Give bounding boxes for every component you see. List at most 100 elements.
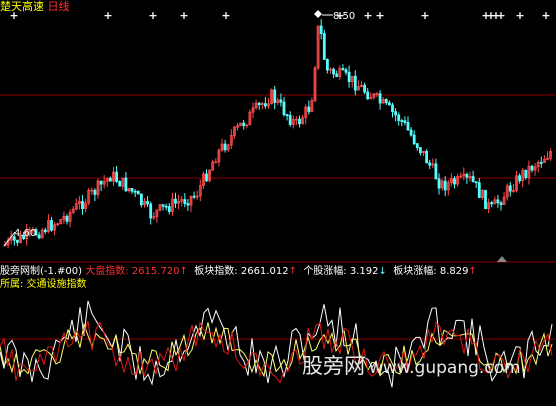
sector-index-arrow: ↑ [288,266,297,277]
candle-body [344,69,348,73]
candle-body [174,198,177,204]
chart-grid [0,94,556,340]
candle-body [397,114,401,121]
candle-body [161,204,165,207]
plus-marker: + [541,9,550,22]
plus-marker: + [148,9,157,22]
candle-body [443,180,447,191]
sector-change-label: 板块涨幅: [393,266,437,277]
candle-body [133,190,137,193]
candle-body [477,182,481,199]
indicator-readout: 股旁网制(-1.#00) 大盘指数: 2615.720↑, 板块指数: 2661… [0,266,477,277]
candle-body [50,220,53,231]
sector-index-label: 板块指数: [194,266,238,277]
candle-body [149,203,153,219]
candle-body [384,99,388,104]
period-label[interactable]: 日线 [48,0,70,13]
stock-change-label: 个股涨幅: [303,266,347,277]
candle-body [288,115,292,125]
stock-change-arrow: ↓ [378,266,387,277]
sector-change-arrow: ↑ [468,266,477,277]
candle-body [428,162,432,166]
candle-body [115,171,118,182]
candle-body [279,99,283,103]
candle-body [273,89,277,103]
candle-body [363,84,367,93]
candle-body [282,101,286,116]
stock-change-value: 3.192 [349,266,379,277]
candle-body [378,93,382,104]
candle-body [508,185,512,192]
candle-body [530,165,534,171]
candle-body [124,177,128,192]
candle-body [139,193,143,206]
candle-body [400,120,404,122]
stock-name: 楚天高速 [0,0,44,13]
candle-body [130,188,134,192]
candle-body [353,75,357,91]
candle-body [465,173,469,178]
watermark-url: www.gupang.com [369,358,521,378]
candle-body [81,201,84,210]
candle-body [418,147,422,154]
indicator-name[interactable]: 股旁网制 [0,266,40,277]
candle-body [335,73,339,77]
watermark-text: 股旁网 [302,354,365,378]
candle-body [223,143,227,151]
signal-markers: + + + + + + + + + ++++ + + [9,9,551,262]
candle-body [403,120,407,123]
plus-marker: + [420,9,429,22]
candle-body [263,103,267,107]
candle-body [490,202,494,205]
candle-body [298,118,301,125]
plus-marker: + [221,9,230,22]
candle-body [99,180,103,185]
stock-chart[interactable]: + + + + + + + + + ++++ + + 8.50 4.60 [0,0,556,406]
candle-body [412,134,416,145]
plus-marker: + [496,9,505,22]
triangle-marker [497,256,507,262]
candle-body [325,59,329,71]
candle-body [183,199,187,204]
candle-body [347,71,351,83]
candle-body [484,189,487,210]
candle-body [307,106,311,112]
candlestick-series [3,19,552,249]
candle-body [93,189,97,195]
candle-body [366,91,370,100]
candle-body [146,201,150,205]
candle-body [539,162,543,164]
market-index-label: 大盘指数: [85,266,129,277]
diamond-marker [314,10,322,18]
candle-body [167,206,171,212]
high-price-label: 8.50 [333,11,355,22]
candle-body [164,205,168,208]
candle-body [474,181,478,184]
candle-body [394,111,398,116]
market-index-value: 2615.720 [131,266,180,277]
candle-body [332,68,336,75]
candle-body [109,177,112,182]
candle-body [453,178,456,185]
plus-marker: + [179,9,188,22]
sector-index-value: 2661.012 [240,266,289,277]
plus-marker: + [363,9,372,22]
candle-body [415,143,419,149]
candle-body [425,150,429,164]
plus-marker: + [375,9,384,22]
candle-body [186,203,190,206]
sector-text: 所属: 交通设施指数 [0,279,87,290]
low-price-label: 4.60 [14,228,36,239]
candle-body [471,176,475,183]
candle-body [406,122,410,131]
candle-body [341,68,345,71]
market-index-arrow: ↑ [179,266,188,277]
indicator-params: (-1.#00) [40,266,83,277]
candle-body [205,173,208,182]
candle-body [518,175,521,182]
sector-change-value: 8.829 [439,266,469,277]
candle-body [524,169,528,178]
candle-body [65,215,69,222]
candle-body [242,122,246,127]
candle-body [15,239,19,243]
